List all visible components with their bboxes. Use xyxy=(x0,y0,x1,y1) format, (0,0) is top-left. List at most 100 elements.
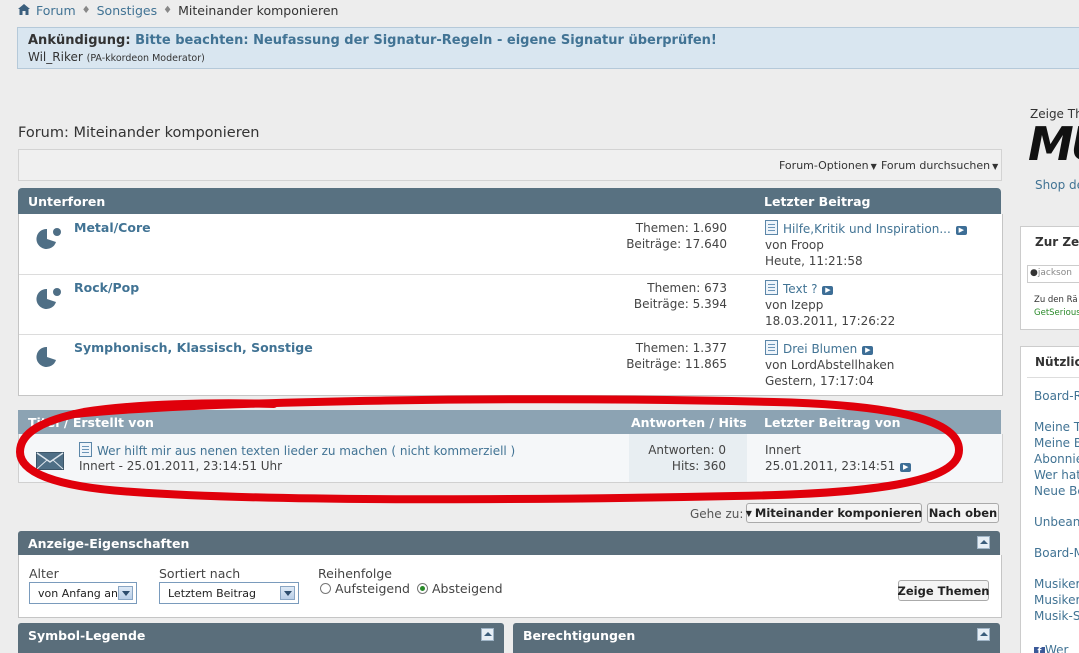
dropdown-arrow-icon xyxy=(280,586,295,600)
announcement-author[interactable]: Wil_Riker xyxy=(28,50,83,64)
subforum-stats: Themen: 1.690 Beiträge: 17.640 xyxy=(626,221,727,251)
subforum-stats: Themen: 673 Beiträge: 5.394 xyxy=(633,281,727,311)
last-post-date: Heute, 11:21:58 xyxy=(765,254,863,268)
announcement-label: Ankündigung: xyxy=(28,33,131,48)
forum-options-bar: Forum-Optionen ▼ Forum durchsuchen ▼ xyxy=(18,149,1002,181)
envelope-icon xyxy=(36,452,64,473)
subforum-link[interactable]: Metal/Core xyxy=(74,220,151,235)
sidebar-user-field[interactable]: ●jackson xyxy=(1027,265,1079,283)
breadcrumb: Forum ♦ Sonstiges ♦ Miteinander komponie… xyxy=(18,2,338,18)
permissions-title: Berechtigungen xyxy=(523,628,636,643)
sidebar-online-title: Zur Zei xyxy=(1035,235,1079,249)
home-icon[interactable] xyxy=(18,3,30,18)
thread-last-author[interactable]: Innert xyxy=(765,442,911,458)
subforums-header-last-post: Letzter Beitrag xyxy=(764,194,871,209)
sidebar-link[interactable]: Meine T xyxy=(1034,420,1079,434)
last-post-date: 18.03.2011, 17:26:22 xyxy=(765,314,896,328)
sidebar-link[interactable]: Musik-S xyxy=(1034,609,1079,623)
announcement-link[interactable]: Bitte beachten: Neufassung der Signatur-… xyxy=(135,33,717,48)
thread-last-date: 25.01.2011, 23:14:51 xyxy=(765,459,896,473)
show-threads-button[interactable]: Zeige Themen xyxy=(898,580,989,601)
thread-stats: Antworten: 0 Hits: 360 xyxy=(648,443,726,473)
sort-label: Sortiert nach xyxy=(159,566,241,581)
radio-selected-icon xyxy=(417,583,428,594)
threads-header-title[interactable]: Titel / Erstellt von xyxy=(28,415,154,430)
last-post-author[interactable]: von Froop xyxy=(765,237,967,253)
thread-last-post: Innert 25.01.2011, 23:14:51 ▶ xyxy=(765,442,912,474)
last-post-author[interactable]: von LordAbstellhaken xyxy=(765,357,894,373)
symbol-legend-header: Symbol-Legende xyxy=(18,623,504,653)
go-to-post-icon[interactable]: ▶ xyxy=(955,226,967,235)
chevron-down-icon: ▼ xyxy=(992,162,999,171)
sidebar-banner-logo[interactable]: MU xyxy=(1028,117,1079,171)
sidebar-facebook-link[interactable]: f Wer xyxy=(1034,643,1068,653)
order-descending-radio[interactable]: Absteigend xyxy=(417,581,503,596)
page-title: Forum: Miteinander komponieren xyxy=(18,125,260,141)
last-post-author[interactable]: von Izepp xyxy=(765,297,895,313)
subforum-last-post: Drei Blumen ▶ von LordAbstellhaken Gester… xyxy=(765,340,894,389)
dropdown-arrow-icon xyxy=(118,586,133,600)
forum-status-icon xyxy=(35,286,63,310)
thread-row: Wer hilft mir aus nenen texten lieder zu… xyxy=(18,434,1003,483)
forum-status-icon xyxy=(35,226,63,250)
sidebar-link[interactable]: Wer hat xyxy=(1034,468,1079,482)
collapse-icon[interactable] xyxy=(481,628,494,641)
forum-options-menu[interactable]: Forum-Optionen ▼ xyxy=(779,159,877,172)
chevron-down-icon: ▼ xyxy=(745,508,752,518)
order-ascending-radio[interactable]: Aufsteigend xyxy=(320,581,410,596)
breadcrumb-separator-icon: ♦ xyxy=(163,4,173,16)
go-to-post-icon[interactable]: ▶ xyxy=(862,346,874,355)
breadcrumb-forum[interactable]: Forum xyxy=(36,3,76,18)
sidebar-shop-link[interactable]: Shop de xyxy=(1035,178,1079,192)
subforum-last-post: Hilfe,Kritik und Inspiration... ▶ von Fro… xyxy=(765,220,967,269)
display-options-header: Anzeige-Eigenschaften xyxy=(18,531,1000,555)
announcement-author-role: (PA-kkordeon Moderator) xyxy=(86,53,205,64)
document-icon xyxy=(765,280,778,295)
collapse-icon[interactable] xyxy=(977,628,990,641)
sidebar-rooms-text: Zu den Rä xyxy=(1034,295,1078,305)
age-select[interactable]: von Anfang an xyxy=(29,582,137,604)
sidebar-useful-box: Nützlich Board-R Meine T Meine B Abonnie… xyxy=(1020,346,1079,653)
last-post-link[interactable]: Drei Blumen xyxy=(783,342,857,356)
lock-icon: ● xyxy=(1030,268,1038,278)
threads-header-replies[interactable]: Antworten / Hits xyxy=(631,415,747,430)
sidebar-link[interactable]: Neue Be xyxy=(1034,484,1079,498)
subforum-link[interactable]: Rock/Pop xyxy=(74,280,139,295)
go-to-post-icon[interactable]: ▶ xyxy=(822,286,834,295)
subforum-row: Rock/Pop Themen: 673 Beiträge: 5.394 Text… xyxy=(19,274,1002,335)
back-to-top-button[interactable]: Nach oben xyxy=(927,503,999,523)
collapse-icon[interactable] xyxy=(977,536,990,549)
forum-search-menu[interactable]: Forum durchsuchen ▼ xyxy=(881,159,998,172)
order-label: Reihenfolge xyxy=(318,566,392,581)
sidebar-link[interactable]: Meine B xyxy=(1034,436,1079,450)
sidebar-link[interactable]: Board-M xyxy=(1034,546,1079,560)
document-icon xyxy=(765,340,778,355)
subforums-list: Metal/Core Themen: 1.690 Beiträge: 17.640… xyxy=(18,214,1003,396)
sidebar-link[interactable]: Abonnie xyxy=(1034,452,1079,466)
sidebar-getserious-link[interactable]: GetSerious xyxy=(1034,308,1079,318)
subforum-link[interactable]: Symphonisch, Klassisch, Sonstige xyxy=(74,340,313,355)
breadcrumb-current: Miteinander komponieren xyxy=(178,2,339,18)
subforums-header: Unterforen Letzter Beitrag xyxy=(18,188,1001,214)
goto-forum-select[interactable]: ▼ Miteinander komponieren xyxy=(746,503,922,523)
thread-meta: Innert - 25.01.2011, 23:14:51 Uhr xyxy=(79,459,283,473)
threads-header: Titel / Erstellt von Antworten / Hits Le… xyxy=(18,410,1001,434)
sidebar-link[interactable]: Board-R xyxy=(1034,389,1079,403)
sidebar-online-box: Zur Zei ●jackson Zu den Rä GetSerious xyxy=(1020,226,1079,330)
subforum-row: Symphonisch, Klassisch, Sonstige Themen:… xyxy=(19,334,1002,394)
document-icon xyxy=(765,220,778,235)
facebook-icon: f xyxy=(1034,647,1045,653)
go-to-post-icon[interactable]: ▶ xyxy=(900,463,912,472)
sidebar-link[interactable]: Unbeant xyxy=(1034,515,1079,529)
last-post-link[interactable]: Text ? xyxy=(783,282,817,296)
sidebar-link[interactable]: Musiker- xyxy=(1034,577,1079,591)
sort-select[interactable]: Letztem Beitrag xyxy=(159,582,299,604)
thread-title-link[interactable]: Wer hilft mir aus nenen texten lieder zu… xyxy=(97,444,515,458)
breadcrumb-sonstiges[interactable]: Sonstiges xyxy=(97,3,158,18)
last-post-link[interactable]: Hilfe,Kritik und Inspiration... xyxy=(783,222,951,236)
age-label: Alter xyxy=(29,566,59,581)
threads-header-last[interactable]: Letzter Beitrag von xyxy=(764,415,900,430)
subforum-last-post: Text ? ▶ von Izepp 18.03.2011, 17:26:22 xyxy=(765,280,895,329)
forum-status-icon xyxy=(35,344,63,368)
sidebar-link[interactable]: Musiker- xyxy=(1034,593,1079,607)
